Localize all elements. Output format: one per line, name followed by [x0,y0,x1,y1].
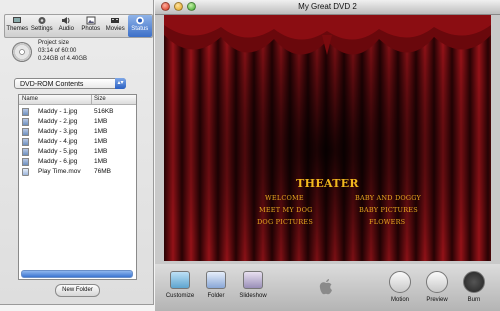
burn-button[interactable]: Burn [460,271,488,303]
status-drawer: Themes Settings Audio Photos Movies Stat… [0,0,154,305]
file-size: 1MB [94,138,108,145]
movie-file-icon [22,168,29,176]
title-bar[interactable]: My Great DVD 2 [155,0,500,15]
menu-button-baby-and-doggy[interactable]: BABY AND DOGGY [355,194,421,202]
customize-button[interactable]: Customize [164,271,196,299]
file-size: 1MB [94,158,108,165]
status-icon [135,16,144,25]
horizontal-scrollbar[interactable] [21,270,133,278]
column-header-name[interactable]: Name [22,95,38,104]
button-label: Preview [426,297,448,303]
chevron-updown-icon: ▴▾ [115,78,126,89]
list-item[interactable]: Maddy - 5.jpg 1MB [19,147,134,157]
file-size: 76MB [94,168,111,175]
button-label: Customize [165,293,195,299]
theater-curtain-image [164,15,491,261]
tab-label: Themes [6,26,29,32]
image-file-icon [22,128,29,136]
list-item[interactable]: Maddy - 2.jpg 1MB [19,117,134,127]
file-name: Maddy - 2.jpg [38,118,78,125]
customize-icon [170,271,190,289]
tab-settings[interactable]: Settings [30,15,55,37]
file-size: 516KB [94,108,114,115]
idvd-window: My Great DVD 2 THEATER WELCOME MEET MY D… [155,0,500,311]
slideshow-button[interactable]: Slideshow [236,271,270,299]
folder-icon [206,271,226,289]
column-divider [91,95,92,104]
photo-icon [86,16,96,25]
menu-preview[interactable]: THEATER WELCOME MEET MY DOG DOG PICTURES… [164,15,491,261]
new-folder-button[interactable]: New Folder [55,284,100,297]
menu-button-baby-pictures[interactable]: BABY PICTURES [359,206,418,214]
film-icon [111,18,120,23]
file-name: Maddy - 4.jpg [38,138,78,145]
list-item[interactable]: Maddy - 4.jpg 1MB [19,137,134,147]
button-label: Folder [207,293,225,299]
drawer-toolbar: Themes Settings Audio Photos Movies Stat… [4,14,153,38]
file-name: Maddy - 6.jpg [38,158,78,165]
tab-label: Settings [30,26,53,32]
image-file-icon [22,108,29,116]
play-icon [426,271,448,293]
dvd-rom-file-list[interactable]: Name Size Maddy - 1.jpg 516KB Maddy - 2.… [18,94,137,280]
file-size: 1MB [94,128,108,135]
tab-movies[interactable]: Movies [103,15,128,37]
file-name: Maddy - 5.jpg [38,148,78,155]
apple-logo-icon [319,279,332,295]
column-header-size[interactable]: Size [94,95,106,104]
file-name: Maddy - 3.jpg [38,128,78,135]
image-file-icon [22,138,29,146]
menu-button-meet-my-dog[interactable]: MEET MY DOG [259,206,313,214]
burn-icon [463,271,485,293]
tab-label: Movies [105,26,125,32]
slideshow-icon [243,271,263,289]
button-label: Burn [467,297,481,303]
menu-button-welcome[interactable]: WELCOME [265,194,304,202]
file-name: Play Time.mov [38,168,81,175]
tab-themes[interactable]: Themes [5,15,30,37]
list-item[interactable]: Maddy - 1.jpg 516KB [19,107,134,117]
button-label: Motion [390,297,409,303]
list-item[interactable]: Maddy - 3.jpg 1MB [19,127,134,137]
dvd-contents-select-value: DVD-ROM Contents [20,81,84,88]
image-file-icon [22,158,29,166]
motion-button[interactable]: Motion [386,271,414,303]
dvd-contents-select[interactable]: DVD-ROM Contents ▴▾ [14,78,126,89]
preview-button[interactable]: Preview [422,271,452,303]
tab-photos[interactable]: Photos [79,15,104,37]
project-size-label: Project size [38,40,70,46]
image-file-icon [22,148,29,156]
list-header: Name Size [19,95,136,105]
window-title: My Great DVD 2 [298,2,357,11]
tab-label: Status [131,26,149,32]
motion-walker-icon [389,271,411,293]
folder-button[interactable]: Folder [202,271,230,299]
list-item[interactable]: Maddy - 6.jpg 1MB [19,157,134,167]
settings-gear-icon [38,17,46,24]
speaker-icon [62,17,70,24]
bottom-toolbar: Customize Folder Slideshow Motion Previe… [155,264,500,311]
list-item[interactable]: Play Time.mov 76MB [19,167,134,177]
menu-button-flowers[interactable]: FLOWERS [369,218,405,226]
menu-button-dog-pictures[interactable]: DOG PICTURES [257,218,313,226]
image-file-icon [22,118,29,126]
file-size: 1MB [94,148,108,155]
project-size-panel: Project size 03:14 of 60:00 0.24GB of 4.… [12,40,150,70]
tab-label: Photos [81,26,101,32]
file-size: 1MB [94,118,108,125]
themes-icon [13,17,22,23]
file-name: Maddy - 1.jpg [38,108,78,115]
tab-status[interactable]: Status [127,15,152,37]
disc-icon [12,42,32,62]
project-capacity: 0.24GB of 4.40GB [38,56,88,62]
menu-title: THEATER [296,177,359,190]
button-label: Slideshow [239,293,267,299]
tab-label: Audio [58,26,74,32]
project-time: 03:14 of 60:00 [38,48,77,54]
tab-audio[interactable]: Audio [54,15,79,37]
